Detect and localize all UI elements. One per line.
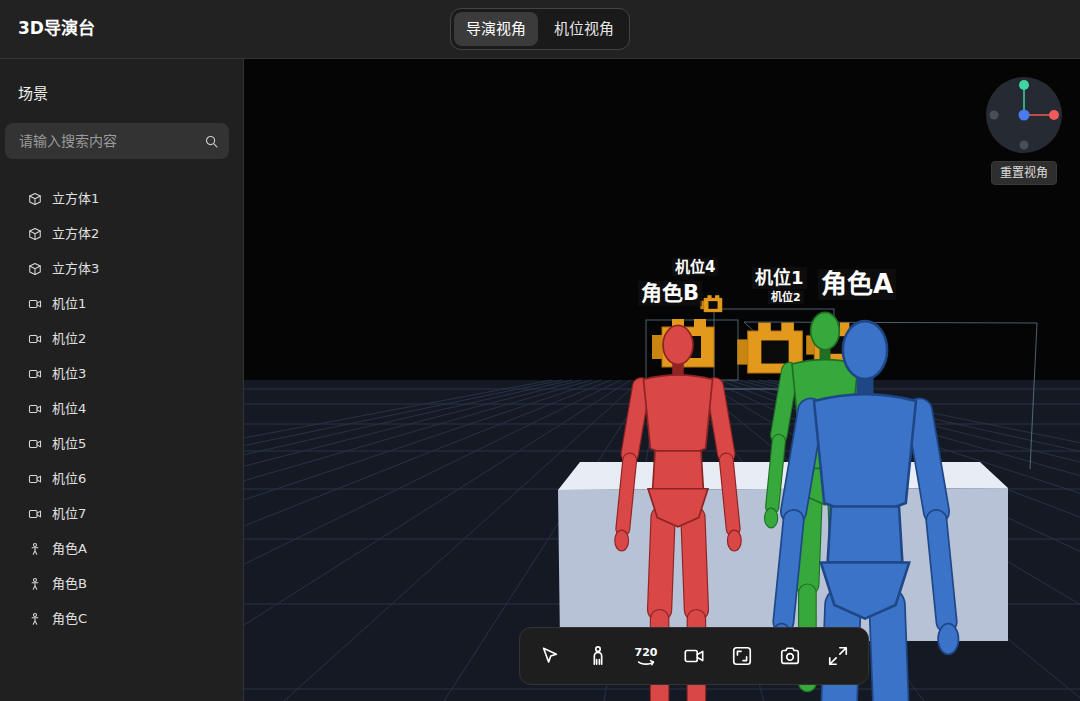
main-area: 场景立方体1立方体2立方体3机位1机位2机位3机位4机位5机位6机位7角色A角色… (0, 59, 1080, 701)
sidebar-item-label: 角色A (52, 539, 87, 559)
sidebar-item-label: 机位1 (52, 294, 86, 314)
camera-icon (28, 297, 42, 311)
search-input[interactable] (17, 130, 198, 153)
sidebar-item[interactable]: 角色A (5, 531, 229, 566)
scene-label[interactable]: 角色A (818, 269, 896, 300)
view-tab[interactable]: 导演视角 (454, 12, 538, 47)
sidebar-item-label: 机位4 (52, 399, 86, 419)
select-icon (539, 645, 561, 667)
tool-button[interactable]: 720 (632, 638, 660, 674)
snapshot-icon (779, 645, 801, 667)
sidebar-item-label: 机位6 (52, 469, 86, 489)
rotate-arrow-icon (635, 658, 657, 666)
sidebar-item-label: 机位2 (52, 329, 86, 349)
tool-button[interactable] (776, 638, 804, 674)
sidebar-item[interactable]: 机位2 (5, 321, 229, 356)
person-icon (28, 542, 42, 556)
camera-icon (683, 645, 705, 667)
sidebar-item-label: 立方体3 (52, 259, 99, 279)
person-icon (28, 612, 42, 626)
sidebar-item-label: 立方体2 (52, 224, 99, 244)
scene-label[interactable]: 机位1 (752, 267, 807, 289)
pano-label: 720 (635, 647, 658, 658)
top-bar: 3D导演台导演视角机位视角 (0, 0, 1080, 59)
sidebar-item[interactable]: 角色C (5, 601, 229, 636)
search-field (5, 123, 229, 159)
cube-icon (28, 192, 42, 206)
sidebar-item[interactable]: 机位1 (5, 286, 229, 321)
scene-sidebar: 场景立方体1 立方体2 立方体3 机位1 机位2 机位3 机位4 机位5 机位6 机位7 角色A 角色… (0, 59, 244, 701)
tool-button[interactable] (680, 638, 708, 674)
reset-view-button[interactable]: 重置视角 (991, 161, 1057, 185)
camera-icon (28, 507, 42, 521)
tool-button[interactable] (824, 638, 852, 674)
camera-icon (28, 332, 42, 346)
view-gizmo: 重置视角 (984, 77, 1064, 185)
sidebar-item-label: 角色B (52, 574, 87, 594)
camera-icon (28, 472, 42, 486)
view-toolbar: 720 (519, 627, 869, 685)
3d-viewport[interactable]: 角色B 机位4 机位1 机位2 角色A 重置视角 720 (244, 59, 1080, 701)
sidebar-item[interactable]: 机位5 (5, 426, 229, 461)
tool-button[interactable] (536, 638, 564, 674)
sidebar-item-label: 角色C (52, 609, 87, 629)
view-tab[interactable]: 机位视角 (542, 12, 626, 47)
scene-label[interactable]: 机位4 (672, 258, 718, 276)
scene-label[interactable]: 角色B (638, 281, 702, 306)
person-icon (28, 577, 42, 591)
sidebar-item[interactable]: 立方体3 (5, 251, 229, 286)
view-tabs: 导演视角机位视角 (450, 8, 630, 51)
app-title: 3D导演台 (18, 16, 450, 42)
sidebar-heading: 场景 (5, 59, 229, 123)
sidebar-item[interactable]: 机位6 (5, 461, 229, 496)
sidebar-item[interactable]: 角色B (5, 566, 229, 601)
camera-icon (28, 367, 42, 381)
tool-button[interactable] (728, 638, 756, 674)
sidebar-item-label: 机位5 (52, 434, 86, 454)
sidebar-item-label: 机位7 (52, 504, 86, 524)
sidebar-item[interactable]: 机位4 (5, 391, 229, 426)
search-icon[interactable] (204, 134, 219, 149)
sidebar-item-label: 立方体1 (52, 189, 99, 209)
sidebar-item[interactable]: 立方体2 (5, 216, 229, 251)
camera-icon (28, 402, 42, 416)
director-app: 3D导演台导演视角机位视角场景立方体1立方体2立方体3机位1机位2机位3机位4机… (0, 0, 1080, 701)
cube-icon (28, 262, 42, 276)
cube-icon (28, 227, 42, 241)
scene-label[interactable]: 机位2 (768, 291, 804, 304)
frame-icon (731, 645, 753, 667)
sidebar-item[interactable]: 立方体1 (5, 181, 229, 216)
tool-button[interactable] (584, 638, 612, 674)
sidebar-item-label: 机位3 (52, 364, 86, 384)
sidebar-item[interactable]: 机位7 (5, 496, 229, 531)
fullscreen-icon (827, 645, 849, 667)
sidebar-item[interactable]: 机位3 (5, 356, 229, 391)
scene-list: 立方体1 立方体2 立方体3 机位1 机位2 机位3 机位4 机位5 机位6 机位7 角色A 角色B 角… (5, 159, 229, 636)
axis-gizmo-icon[interactable] (986, 77, 1062, 153)
camera-icon (28, 437, 42, 451)
person-icon (587, 645, 609, 667)
